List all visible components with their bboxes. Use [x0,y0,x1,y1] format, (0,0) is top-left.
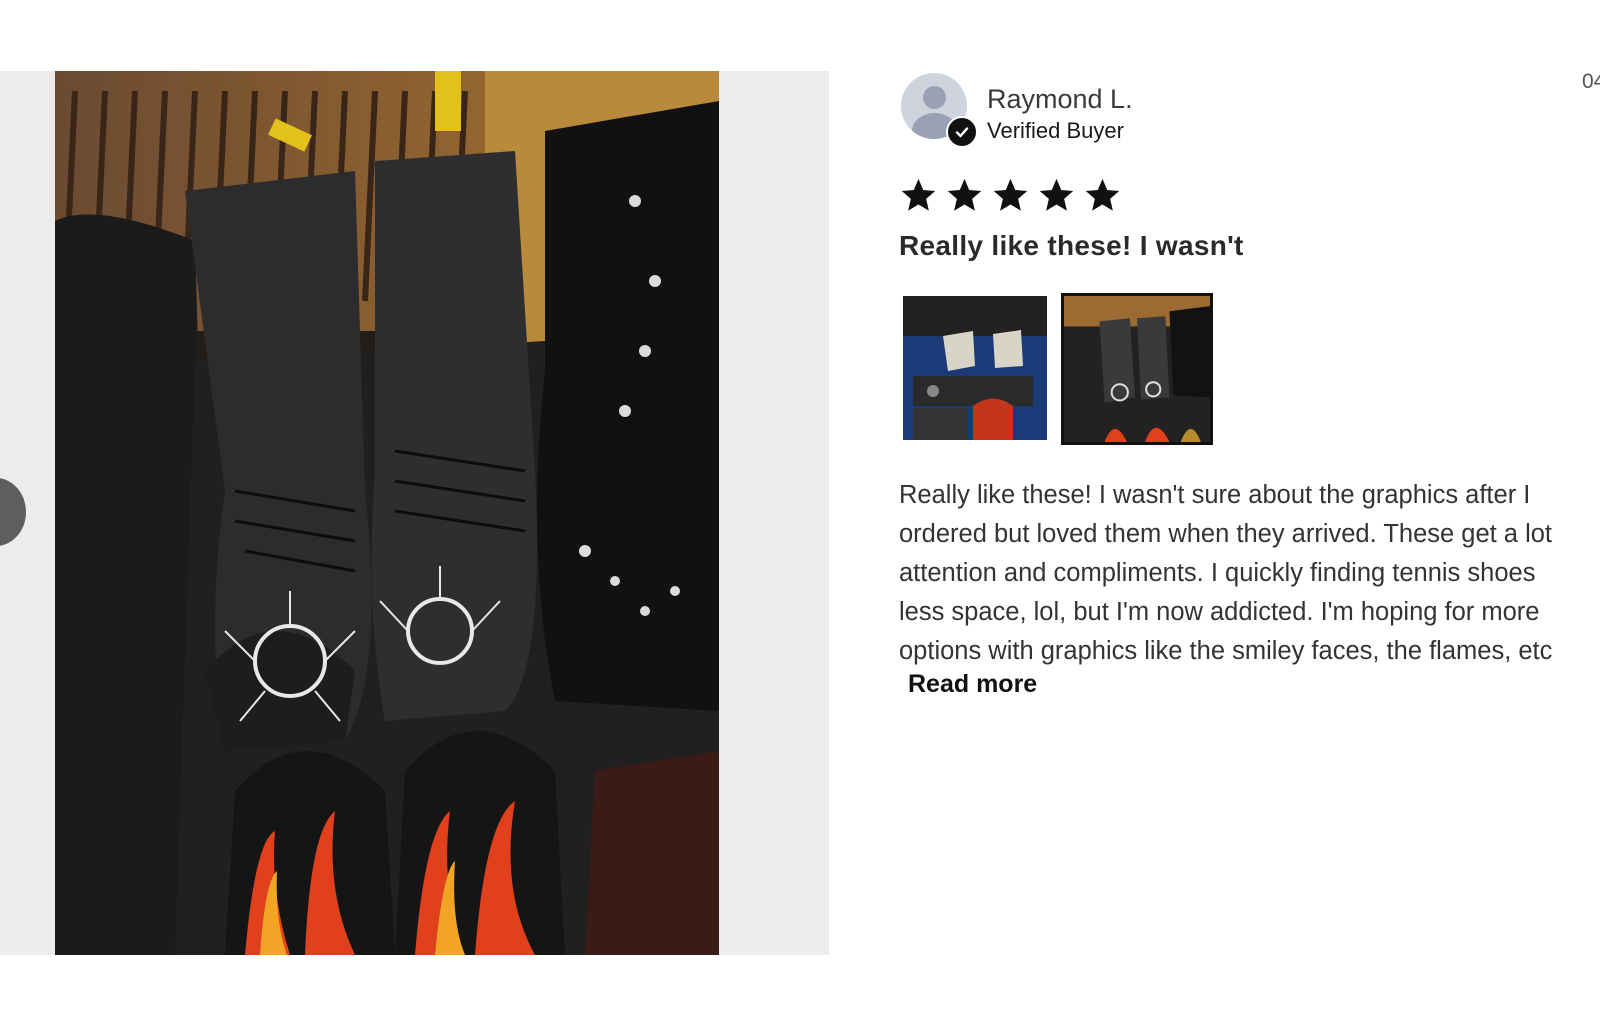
previous-image-button[interactable] [0,478,26,546]
review-body-line: attention and compliments. I quickly fin… [899,559,1536,587]
review-thumbnails [903,293,1213,445]
review-card: Raymond L. Verified Buyer Really like th… [899,72,1600,698]
verified-check-icon [946,116,978,148]
read-more-link[interactable]: Read more [908,670,1037,699]
review-thumbnail-2[interactable] [1061,293,1213,445]
star-filled-icon [1085,178,1120,211]
review-body-line: less space, lol, but I'm now addicted. I… [899,598,1540,626]
star-rating [899,176,1122,215]
review-image-gallery [0,71,829,955]
review-main-photo [55,71,719,955]
review-body-line: options with graphics like the smiley fa… [899,637,1553,665]
avatar-head-shape [923,86,946,109]
reviewer-status: Verified Buyer [987,118,1124,143]
review-thumbnail-1[interactable] [903,296,1047,440]
review-title: Really like these! I wasn't [899,230,1244,261]
reviewer-name: Raymond L. [987,84,1133,114]
star-filled-icon [1039,178,1074,211]
star-filled-icon [993,178,1028,211]
reviewer-header: Raymond L. Verified Buyer [899,72,1600,148]
star-filled-icon [901,178,936,211]
review-body-line: ordered but loved them when they arrived… [899,520,1553,548]
review-body-line: Really like these! I wasn't sure about t… [899,481,1531,509]
star-filled-icon [947,178,982,211]
review-page: 04 Raymond L. Verified Buyer Really like… [0,0,1600,1020]
review-body: Really like these! I wasn't sure about t… [899,476,1600,671]
